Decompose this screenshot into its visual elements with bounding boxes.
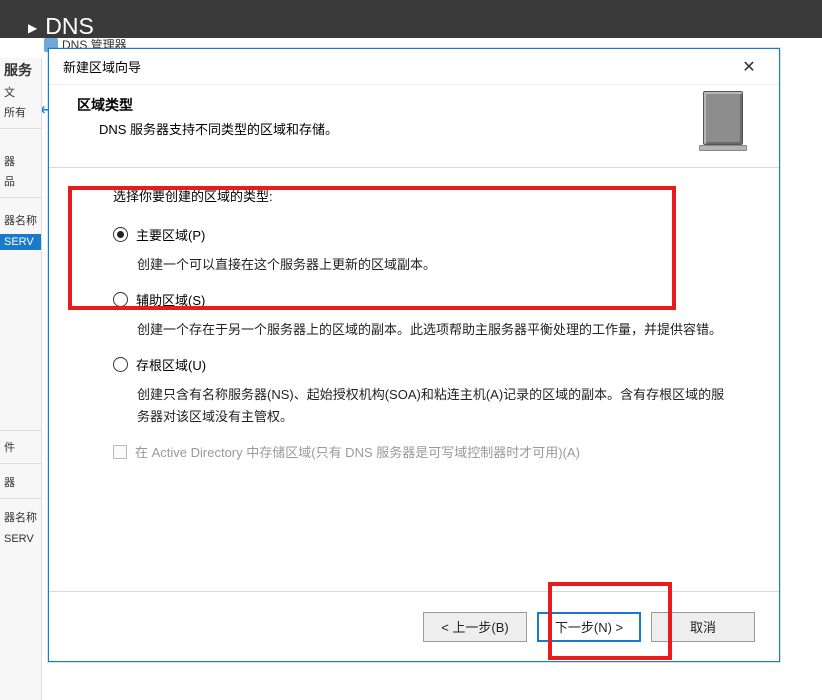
select-type-label: 选择你要创建的区域的类型:	[113, 186, 743, 205]
option-primary-desc: 创建一个可以直接在这个服务器上更新的区域副本。	[137, 254, 735, 276]
dialog-footer: < 上一步(B) 下一步(N) > 取消	[49, 591, 779, 661]
radio-stub[interactable]	[113, 357, 128, 372]
left-item: SERV	[0, 531, 41, 547]
left-item: 器名称	[0, 210, 41, 230]
next-button[interactable]: 下一步(N) >	[537, 612, 641, 642]
option-stub-desc: 创建只含有名称服务器(NS)、起始授权机构(SOA)和粘连主机(A)记录的区域的…	[137, 384, 735, 428]
close-button[interactable]: ✕	[729, 53, 769, 81]
left-item: 所有	[0, 102, 41, 122]
option-secondary-desc: 创建一个存在于另一个服务器上的区域的副本。此选项帮助主服务器平衡处理的工作量，并…	[137, 319, 735, 341]
close-icon: ✕	[742, 57, 755, 77]
server-icon	[703, 91, 759, 151]
ad-storage-checkbox-row: 在 Active Directory 中存储区域(只有 DNS 服务器是可写域控…	[113, 442, 743, 461]
radio-primary[interactable]	[113, 227, 128, 242]
left-item: 器	[0, 472, 41, 492]
left-item: 品	[0, 171, 41, 191]
left-item-selected[interactable]: SERV	[0, 234, 41, 250]
cancel-button[interactable]: 取消	[651, 612, 755, 642]
ad-storage-checkbox	[113, 445, 127, 459]
dialog-header: 区域类型 DNS 服务器支持不同类型的区域和存储。	[49, 85, 779, 168]
dialog-body: 选择你要创建的区域的类型: 主要区域(P) 创建一个可以直接在这个服务器上更新的…	[49, 168, 779, 600]
option-stub[interactable]: 存根区域(U) 创建只含有名称服务器(NS)、起始授权机构(SOA)和粘连主机(…	[113, 355, 743, 428]
header-subtitle: DNS 服务器支持不同类型的区域和存储。	[99, 119, 693, 138]
bg-app-title: DNS	[45, 15, 94, 38]
bg-dark-band: ▶ DNS	[0, 0, 822, 38]
header-title: 区域类型	[77, 95, 693, 115]
back-button[interactable]: < 上一步(B)	[423, 612, 527, 642]
option-primary[interactable]: 主要区域(P) 创建一个可以直接在这个服务器上更新的区域副本。	[113, 225, 743, 276]
left-item: 文	[0, 82, 41, 102]
option-secondary[interactable]: 辅助区域(S) 创建一个存在于另一个服务器上的区域的副本。此选项帮助主服务器平衡…	[113, 290, 743, 341]
wizard-dialog: 新建区域向导 ✕ 区域类型 DNS 服务器支持不同类型的区域和存储。 选择你要创…	[48, 48, 780, 662]
left-item: 器	[0, 151, 41, 171]
ad-storage-label: 在 Active Directory 中存储区域(只有 DNS 服务器是可写域控…	[135, 442, 580, 461]
left-item: 件	[0, 437, 41, 457]
left-item: 器名称	[0, 507, 41, 527]
left-item: 服务	[0, 58, 41, 82]
dialog-titlebar: 新建区域向导 ✕	[49, 49, 779, 85]
radio-secondary[interactable]	[113, 292, 128, 307]
left-strip: 服务 文 所有 器 品 器名称 SERV 件 器 器名称 SERV	[0, 58, 42, 700]
dialog-title: 新建区域向导	[63, 57, 729, 76]
chevron-right-icon: ▶	[28, 22, 37, 38]
option-secondary-label: 辅助区域(S)	[136, 290, 205, 309]
option-primary-label: 主要区域(P)	[136, 225, 205, 244]
option-stub-label: 存根区域(U)	[136, 355, 206, 374]
